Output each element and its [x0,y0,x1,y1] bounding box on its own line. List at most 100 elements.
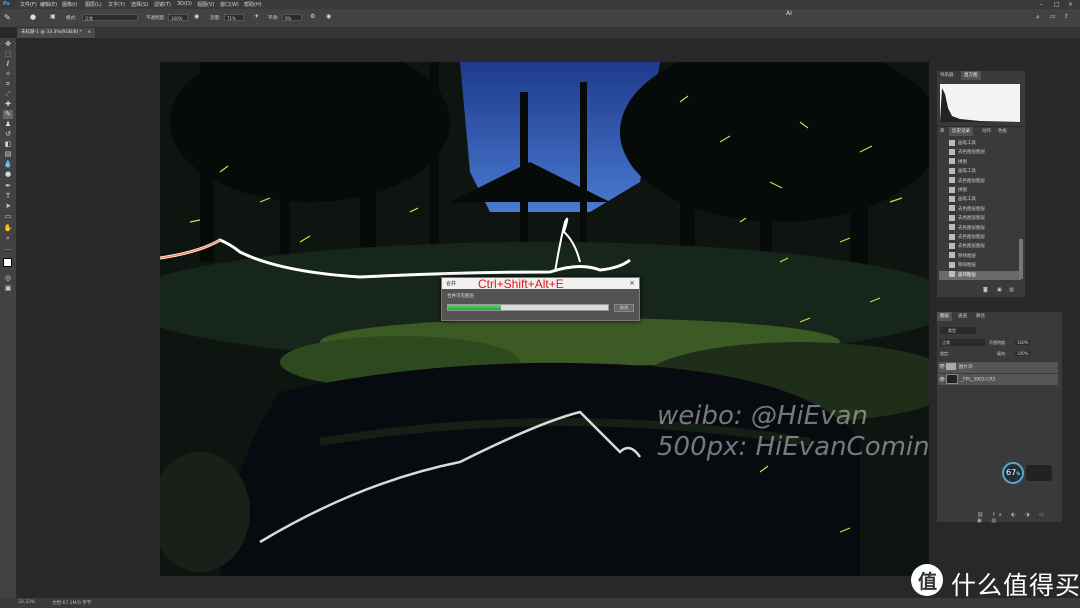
brush-preset-icon[interactable]: ● [30,13,36,21]
menu-select[interactable]: 选择(S) [131,1,148,8]
mode-select[interactable]: 正常 [82,14,138,21]
history-item[interactable]: 去色图层图层 [939,148,1021,157]
tab-histogram[interactable]: 直方图 [961,71,981,80]
layer-actions-bar[interactable]: ⛓ fx ◐ ◑ ▭ ▣ ▥ [977,512,1062,524]
screen-mode-icon[interactable]: ▣ [3,284,13,293]
menu-view[interactable]: 视图(V) [197,1,214,8]
history-item[interactable]: 去色图层图层 [939,214,1021,223]
path-select-tool-icon[interactable]: ➤ [3,202,13,211]
flow-input[interactable]: 71% [224,14,244,21]
history-item[interactable]: 去色图层图层 [939,205,1021,214]
more-tools-icon[interactable]: … [3,244,13,253]
document-tab[interactable]: 未标题-1 @ 33.3%(RGB/8) * × [17,28,96,38]
history-item[interactable]: 拼图 [939,158,1021,167]
history-item[interactable]: 去色图层图层 [939,233,1021,242]
menu-help[interactable]: 帮助(H) [244,1,262,8]
marquee-tool-icon[interactable]: ⬚ [3,50,13,59]
airbrush-icon[interactable]: ✈ [254,13,259,20]
layer-kind-filter[interactable]: 类型 [940,327,976,334]
pressure-size-icon[interactable]: ◉ [326,13,331,20]
tab-actions[interactable]: 动作 [979,127,994,136]
layer-row-group[interactable]: 👁 图片浏 [938,362,1058,373]
menu-layer[interactable]: 图层(L) [85,1,102,8]
shape-tool-icon[interactable]: ▭ [3,212,13,221]
search-icon[interactable]: ⌕ [1036,13,1040,22]
quick-mask-icon[interactable]: ◎ [3,274,13,283]
hand-tool-icon[interactable]: ✋ [3,224,13,233]
history-item[interactable]: 画笔工具 [939,167,1021,176]
dodge-tool-icon[interactable]: ● [3,170,13,179]
zoom-tool-icon[interactable]: ⌕ [3,234,13,243]
menu-type[interactable]: 文字(Y) [108,1,125,8]
maximize-icon[interactable]: □ [1054,1,1060,8]
camera-icon[interactable]: ◙ [983,287,988,293]
eyedropper-tool-icon[interactable]: ⟋ [3,90,13,99]
smooth-input[interactable]: 0% [282,14,302,21]
history-item[interactable]: 去色图层图层 [939,224,1021,233]
stamp-tool-icon[interactable]: ♟ [3,120,13,129]
ai-panel-toggle[interactable]: AI [786,10,792,17]
history-item[interactable]: 去色图层图层 [939,177,1021,186]
crop-tool-icon[interactable]: ⌗ [3,80,13,89]
share-icon[interactable]: ⇪ [1064,13,1069,20]
visibility-eye-icon[interactable]: 👁 [938,375,946,386]
gradient-tool-icon[interactable]: ▤ [3,150,13,159]
healing-tool-icon[interactable]: ✚ [3,100,13,109]
workspace-icon[interactable]: ▭ [1050,13,1056,20]
tab-navigator[interactable]: 导航器 [937,71,957,80]
menu-edit[interactable]: 编辑(E) [40,1,57,8]
blur-tool-icon[interactable]: 💧 [3,160,13,169]
history-item[interactable]: 移除图层 [939,252,1021,261]
tab-history[interactable]: 历史记录 [949,127,973,136]
blend-mode-select[interactable]: 正常 [940,339,985,346]
close-window-icon[interactable]: × [1068,1,1073,8]
minimize-icon[interactable]: – [1040,1,1043,8]
history-item[interactable]: 画笔工具 [939,139,1021,148]
visibility-eye-icon[interactable]: 👁 [938,362,946,373]
foreground-color-swatch[interactable] [3,258,12,267]
history-scrollbar[interactable] [1019,239,1023,279]
menu-3d[interactable]: 3D(D) [177,1,192,7]
move-tool-icon[interactable]: ✥ [3,40,13,49]
history-item-label: 去色图层图层 [958,244,985,250]
history-item-label: 移除图层 [958,253,976,259]
layer-row-image[interactable]: 👁 _FPL_3903.CR2 [938,374,1058,385]
cancel-button[interactable]: 取消 [614,304,634,312]
history-item[interactable]: 拼图 [939,186,1021,195]
menu-image[interactable]: 图像(I) [62,1,77,8]
history-item-label: 去色图层图层 [958,225,985,231]
speed-detail-box [1026,465,1052,481]
lasso-tool-icon[interactable]: ℓ [3,60,13,69]
menu-filter[interactable]: 滤镜(T) [154,1,171,8]
tab-layers[interactable]: 图层 [937,312,952,321]
layer-opacity-input[interactable]: 100% [1015,340,1031,345]
gear-icon[interactable]: ⚙ [310,13,315,20]
fill-input[interactable]: 100% [1015,351,1031,356]
history-item[interactable]: 去色图层图层 [939,242,1021,251]
brush-tool-icon[interactable]: ✎ [4,13,11,22]
tab-swatches[interactable]: 色板 [995,127,1010,136]
history-item[interactable]: 盖印图层 [939,270,1021,280]
history-item[interactable]: 移除图层 [939,261,1021,270]
history-item[interactable]: 画笔工具 [939,195,1021,204]
tab-paths[interactable]: 路径 [973,312,988,321]
menu-file[interactable]: 文件(F) [20,1,37,8]
eraser-tool-icon[interactable]: ◧ [3,140,13,149]
type-tool-icon[interactable]: T [3,192,13,201]
pressure-opacity-icon[interactable]: ◉ [194,13,199,20]
trash-icon[interactable]: ▥ [1009,287,1014,293]
zoom-level[interactable]: 33.33% [18,600,35,605]
history-brush-tool-icon[interactable]: ↺ [3,130,13,139]
pen-tool-icon[interactable]: ✒ [3,182,13,191]
new-snapshot-icon[interactable]: ▣ [997,287,1002,293]
brush-panel-icon[interactable]: ▣ [50,13,56,20]
brush-tool-icon[interactable]: ✎ [3,110,13,119]
tab-channels[interactable]: 通道 [955,312,970,321]
dialog-close-icon[interactable]: × [629,279,635,287]
document-tab-bar [17,27,1080,38]
close-tab-icon[interactable]: × [87,30,91,35]
tab-libraries[interactable]: 库 [937,127,948,136]
quick-select-tool-icon[interactable]: ✧ [3,70,13,79]
opacity-input[interactable]: 100% [168,14,188,21]
menu-window[interactable]: 窗口(W) [220,1,239,8]
